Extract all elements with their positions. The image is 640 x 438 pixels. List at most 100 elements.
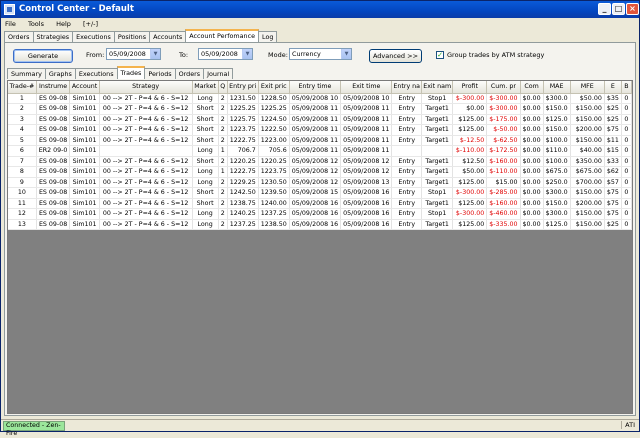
- table-cell: Stop1: [421, 208, 454, 220]
- tab-account-performance[interactable]: Account Perfomance: [185, 29, 260, 42]
- table-row[interactable]: 7 ES 09-08 Sim101 00 --> 2T - P=4 & 6 - S=1…: [8, 156, 632, 167]
- column-header[interactable]: Cum. pr: [486, 81, 521, 94]
- column-header[interactable]: Market: [192, 81, 219, 94]
- table-cell: 1222.75: [227, 135, 259, 146]
- tab-accounts[interactable]: Accounts: [149, 31, 187, 42]
- table-cell: $100.0: [543, 156, 571, 167]
- table-cell: 05/09/2008 16: [340, 219, 393, 230]
- table-cell: 1240.00: [258, 198, 290, 209]
- table-cell: $-300.00: [486, 93, 521, 104]
- menu-tools[interactable]: Tools: [28, 20, 44, 28]
- tab-executions-sub[interactable]: Executions: [74, 68, 118, 79]
- table-row[interactable]: 13 ES 09-08 Sim101 00 --> 2T - P=4 & 6 - S=…: [8, 219, 632, 230]
- chevron-down-icon[interactable]: ▼: [341, 49, 351, 59]
- table-cell: $350.00: [570, 156, 605, 167]
- column-header[interactable]: Q: [218, 81, 228, 94]
- table-cell: 2: [218, 219, 228, 230]
- column-header[interactable]: Strategy: [99, 81, 193, 94]
- column-header[interactable]: Entry pri: [227, 81, 259, 94]
- column-header[interactable]: Entry time: [289, 81, 342, 94]
- chevron-down-icon[interactable]: ▼: [242, 49, 252, 59]
- column-header[interactable]: MFE: [570, 81, 605, 94]
- table-cell: $110.0: [543, 145, 571, 157]
- table-cell: 5: [8, 135, 37, 146]
- advanced-button[interactable]: Advanced >>: [369, 49, 422, 63]
- table-row[interactable]: 4 ES 09-08 Sim101 00 --> 2T - P=4 & 6 - S=1…: [8, 124, 632, 136]
- table-cell: 05/09/2008 11: [289, 103, 342, 115]
- table-cell: Long: [192, 93, 219, 104]
- table-cell: ES 09-08: [36, 93, 71, 104]
- control-center-window: Control Center - Default _ □ × File Tool…: [0, 0, 640, 437]
- tab-periods[interactable]: Periods: [144, 68, 176, 79]
- table-cell: 05/09/2008 11: [289, 124, 342, 136]
- table-row[interactable]: 8 ES 09-08 Sim101 00 --> 2T - P=4 & 6 - S=1…: [8, 166, 632, 178]
- table-cell: $125.0: [543, 114, 571, 125]
- table-row[interactable]: 10 ES 09-08 Sim101 00 --> 2T - P=4 & 6 - S=…: [8, 187, 632, 199]
- column-header[interactable]: Exit time: [340, 81, 393, 94]
- maximize-icon[interactable]: □: [612, 3, 625, 15]
- table-header-row: Trade-# Instrume Account Strategy Market Q Ent…: [8, 81, 632, 94]
- table-cell: $150.00: [570, 103, 605, 115]
- table-cell: Sim101: [69, 198, 100, 209]
- table-cell: $0.00: [520, 156, 544, 167]
- menu-toggle[interactable]: [+/-]: [83, 20, 98, 28]
- menu-file[interactable]: File: [5, 20, 16, 28]
- table-row[interactable]: 1 ES 09-08 Sim101 00 --> 2T - P=4 & 6 - S=1…: [8, 93, 632, 104]
- column-header[interactable]: Com: [520, 81, 544, 94]
- tab-orders-sub[interactable]: Orders: [174, 68, 205, 79]
- close-icon[interactable]: ×: [626, 3, 639, 15]
- column-header[interactable]: Entry na: [391, 81, 423, 94]
- table-row[interactable]: 12 ES 09-08 Sim101 00 --> 2T - P=4 & 6 - S=…: [8, 208, 632, 220]
- tab-journal[interactable]: Journal: [203, 68, 234, 79]
- table-row[interactable]: 6 ER2 09-0 Sim101 Long 1 706.7 705.6 05/09/2008…: [8, 145, 632, 157]
- column-header[interactable]: Exit nam: [421, 81, 454, 94]
- table-cell: $150.0: [543, 103, 571, 115]
- table-cell: Short: [192, 114, 219, 125]
- column-header[interactable]: B: [621, 81, 632, 94]
- generate-button[interactable]: Generate: [13, 49, 73, 63]
- group-trades-checkbox[interactable]: ✓: [436, 51, 444, 59]
- table-row[interactable]: 2 ES 09-08 Sim101 00 --> 2T - P=4 & 6 - S=1…: [8, 103, 632, 115]
- tab-executions[interactable]: Executions: [72, 31, 115, 42]
- tab-strategies[interactable]: Strategies: [32, 31, 74, 42]
- table-row[interactable]: 9 ES 09-08 Sim101 00 --> 2T - P=4 & 6 - S=1…: [8, 177, 632, 188]
- tab-orders[interactable]: Orders: [4, 31, 34, 42]
- column-header[interactable]: Trade-#: [8, 81, 37, 94]
- column-header[interactable]: Exit pric: [258, 81, 290, 94]
- table-cell: $200.00: [570, 124, 605, 136]
- column-header[interactable]: Profit: [452, 81, 488, 94]
- from-date-picker[interactable]: 05/09/2008 ▼: [106, 48, 161, 60]
- tab-graphs[interactable]: Graphs: [44, 68, 76, 79]
- table-cell: Sim101: [69, 166, 100, 178]
- column-header[interactable]: Account: [69, 81, 100, 94]
- table-cell: Target1: [421, 135, 454, 146]
- table-cell: 05/09/2008 11: [340, 103, 393, 115]
- table-cell: 00 --> 2T - P=4 & 6 - S=12: [99, 208, 193, 220]
- tab-trades[interactable]: Trades: [116, 66, 146, 79]
- table-cell: 1238.50: [258, 219, 290, 230]
- title-bar[interactable]: Control Center - Default _ □ ×: [1, 1, 639, 18]
- table-cell: 05/09/2008 15: [289, 187, 342, 199]
- table-cell: 0: [621, 135, 632, 146]
- tab-log[interactable]: Log: [258, 31, 278, 42]
- trades-grid[interactable]: Trade-# Instrume Account Strategy Market Q Ent…: [7, 80, 633, 414]
- table-cell: $0.00: [520, 114, 544, 125]
- column-header[interactable]: E: [604, 81, 622, 94]
- to-date-picker[interactable]: 05/09/2008 ▼: [198, 48, 253, 60]
- table-row[interactable]: 3 ES 09-08 Sim101 00 --> 2T - P=4 & 6 - S=1…: [8, 114, 632, 125]
- column-header[interactable]: MAE: [543, 81, 571, 94]
- table-row[interactable]: 5 ES 09-08 Sim101 00 --> 2T - P=4 & 6 - S=1…: [8, 135, 632, 146]
- tab-positions[interactable]: Positions: [113, 31, 151, 42]
- table-cell: $150.0: [543, 198, 571, 209]
- tab-summary[interactable]: Summary: [7, 68, 46, 79]
- table-cell: 2: [218, 208, 228, 220]
- table-cell: $300.0: [543, 93, 571, 104]
- minimize-icon[interactable]: _: [598, 3, 611, 15]
- mode-select[interactable]: Currency ▼: [289, 48, 352, 60]
- table-cell: $-300.00: [452, 208, 488, 220]
- table-cell: Entry: [391, 166, 423, 178]
- column-header[interactable]: Instrume: [36, 81, 71, 94]
- table-row[interactable]: 11 ES 09-08 Sim101 00 --> 2T - P=4 & 6 - S=…: [8, 198, 632, 209]
- menu-help[interactable]: Help: [56, 20, 71, 28]
- chevron-down-icon[interactable]: ▼: [150, 49, 160, 59]
